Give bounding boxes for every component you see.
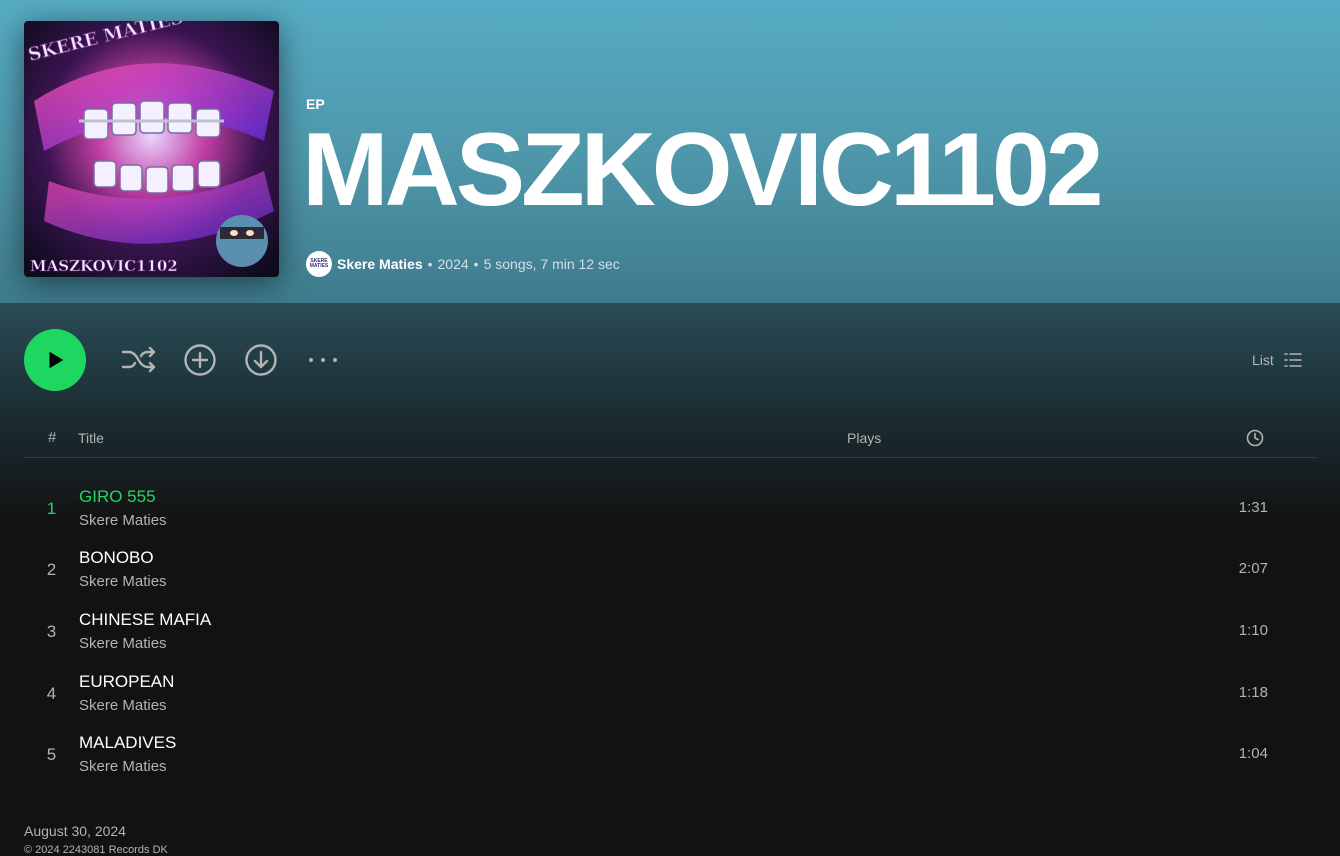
track-artist[interactable]: Skere Maties: [79, 635, 167, 652]
track-number: 3: [46, 622, 57, 641]
track-summary: 5 songs, 7 min 12 sec: [483, 256, 620, 272]
download-icon: [245, 344, 277, 376]
track-row[interactable]: 4 EUROPEAN Skere Maties 1:18: [24, 666, 1317, 722]
album-type: EP: [306, 96, 325, 112]
shuffle-button[interactable]: [120, 341, 158, 379]
view-label: List: [1252, 352, 1274, 368]
track-title[interactable]: GIRO 555: [79, 487, 156, 507]
add-to-library-button[interactable]: [181, 341, 219, 379]
track-title[interactable]: EUROPEAN: [79, 672, 174, 692]
download-button[interactable]: [242, 341, 280, 379]
track-artist[interactable]: Skere Maties: [79, 573, 167, 590]
track-number: 2: [46, 560, 57, 579]
add-circle-icon: [184, 344, 216, 376]
list-icon: [1283, 353, 1302, 367]
track-number: 4: [46, 684, 57, 703]
more-icon: [309, 358, 337, 362]
track-duration: 1:04: [1238, 745, 1268, 762]
release-year: 2024: [437, 256, 469, 272]
track-title[interactable]: MALADIVES: [79, 733, 176, 753]
tracklist-header: # Title Plays: [24, 424, 1317, 458]
album-title: MASZKOVIC1102: [302, 112, 1104, 228]
track-title[interactable]: BONOBO: [79, 548, 154, 568]
album-cover-image: SKERE MATIES MASZKOVIC1102: [24, 21, 279, 277]
track-artist[interactable]: Skere Maties: [79, 512, 167, 529]
more-options-button[interactable]: [304, 341, 342, 379]
track-duration: 1:10: [1238, 622, 1268, 639]
column-plays: Plays: [847, 430, 882, 446]
track-title[interactable]: CHINESE MAFIA: [79, 610, 211, 630]
track-row[interactable]: 5 MALADIVES Skere Maties 1:04: [24, 727, 1317, 783]
track-artist[interactable]: Skere Maties: [79, 758, 167, 775]
track-row[interactable]: 2 BONOBO Skere Maties 2:07: [24, 542, 1317, 598]
track-duration: 1:18: [1238, 684, 1268, 701]
column-title: Title: [78, 430, 104, 446]
track-artist[interactable]: Skere Maties: [79, 697, 167, 714]
column-number: #: [48, 429, 57, 446]
track-number: 1: [46, 499, 57, 518]
track-duration: 1:31: [1238, 499, 1268, 516]
column-duration: [1246, 429, 1264, 450]
separator: •: [427, 256, 433, 272]
track-row[interactable]: 1 GIRO 555 Skere Maties 1:31: [24, 481, 1317, 537]
track-row[interactable]: 3 CHINESE MAFIA Skere Maties 1:10: [24, 604, 1317, 660]
separator: •: [473, 256, 479, 272]
shuffle-icon: [121, 346, 156, 373]
track-number: 5: [46, 745, 57, 764]
svg-text:MASZKOVIC1102: MASZKOVIC1102: [30, 257, 178, 275]
copyright: © 2024 2243081 Records DK: [24, 844, 168, 856]
clock-icon: [1246, 429, 1264, 447]
artist-link[interactable]: Skere Maties: [337, 256, 423, 272]
play-button[interactable]: [24, 329, 86, 391]
artist-avatar[interactable]: SKERE MATIES: [306, 251, 332, 277]
album-meta: SKERE MATIES Skere Maties • 2024 • 5 son…: [306, 250, 620, 278]
release-date: August 30, 2024: [24, 823, 126, 839]
track-duration: 2:07: [1238, 560, 1268, 577]
view-toggle[interactable]: List: [1252, 348, 1302, 372]
play-icon: [49, 351, 64, 369]
